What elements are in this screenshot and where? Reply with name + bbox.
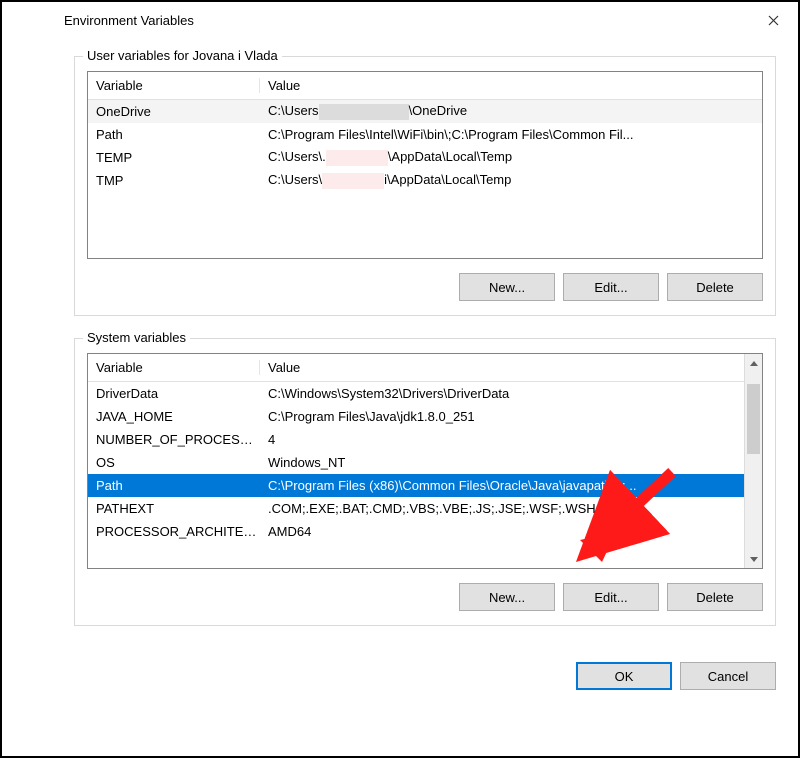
dialog-title: Environment Variables <box>64 13 194 28</box>
user-row-path[interactable]: Path C:\Program Files\Intel\WiFi\bin\;C:… <box>88 123 762 146</box>
user-row-var: TMP <box>88 173 260 188</box>
user-variables-list[interactable]: Variable Value OneDrive C:\Users\OneDriv… <box>87 71 763 259</box>
system-rows: DriverData C:\Windows\System32\Drivers\D… <box>88 382 744 543</box>
user-variables-group: User variables for Jovana i Vlada Variab… <box>74 56 776 316</box>
system-row-numproc[interactable]: NUMBER_OF_PROCESSORS 4 <box>88 428 744 451</box>
user-row-temp[interactable]: TEMP C:\Users\.\AppData\Local\Temp <box>88 146 762 169</box>
system-variables-list[interactable]: Variable Value DriverData C:\Windows\Sys… <box>87 353 763 569</box>
user-row-onedrive[interactable]: OneDrive C:\Users\OneDrive <box>88 100 762 123</box>
system-row-os[interactable]: OS Windows_NT <box>88 451 744 474</box>
close-button[interactable] <box>750 2 796 38</box>
environment-variables-dialog: Environment Variables User variables for… <box>54 2 796 700</box>
scroll-thumb[interactable] <box>747 384 760 454</box>
user-edit-button[interactable]: Edit... <box>563 273 659 301</box>
system-row-pathext[interactable]: PATHEXT .COM;.EXE;.BAT;.CMD;.VBS;.VBE;.J… <box>88 497 744 520</box>
redacted-text <box>319 104 409 120</box>
user-header-value[interactable]: Value <box>260 78 762 93</box>
titlebar: Environment Variables <box>54 2 796 38</box>
system-list-header: Variable Value <box>88 354 744 382</box>
system-header-value[interactable]: Value <box>260 360 744 375</box>
redacted-text <box>322 173 384 189</box>
user-row-var: OneDrive <box>88 104 260 119</box>
user-delete-button[interactable]: Delete <box>667 273 763 301</box>
user-row-tmp[interactable]: TMP C:\Users\i\AppData\Local\Temp <box>88 169 762 192</box>
user-row-val: C:\Users\OneDrive <box>260 103 762 120</box>
system-edit-button[interactable]: Edit... <box>563 583 659 611</box>
system-scrollbar[interactable] <box>744 354 762 568</box>
system-row-path[interactable]: Path C:\Program Files (x86)\Common Files… <box>88 474 744 497</box>
ok-button[interactable]: OK <box>576 662 672 690</box>
system-new-button[interactable]: New... <box>459 583 555 611</box>
user-new-button[interactable]: New... <box>459 273 555 301</box>
system-row-procarch[interactable]: PROCESSOR_ARCHITECTU... AMD64 <box>88 520 744 543</box>
user-row-var: Path <box>88 127 260 142</box>
redacted-text <box>326 150 388 166</box>
user-row-val: C:\Program Files\Intel\WiFi\bin\;C:\Prog… <box>260 127 762 142</box>
cancel-button[interactable]: Cancel <box>680 662 776 690</box>
user-row-var: TEMP <box>88 150 260 165</box>
system-row-driverdata[interactable]: DriverData C:\Windows\System32\Drivers\D… <box>88 382 744 405</box>
user-list-header: Variable Value <box>88 72 762 100</box>
system-row-javahome[interactable]: JAVA_HOME C:\Program Files\Java\jdk1.8.0… <box>88 405 744 428</box>
scroll-down-icon[interactable] <box>745 550 762 568</box>
close-icon <box>768 15 779 26</box>
user-row-val: C:\Users\.\AppData\Local\Temp <box>260 149 762 166</box>
system-header-variable[interactable]: Variable <box>88 360 260 375</box>
user-row-val: C:\Users\i\AppData\Local\Temp <box>260 172 762 189</box>
system-delete-button[interactable]: Delete <box>667 583 763 611</box>
user-variables-legend: User variables for Jovana i Vlada <box>83 48 282 63</box>
scroll-up-icon[interactable] <box>745 354 762 372</box>
system-variables-legend: System variables <box>83 330 190 345</box>
system-variables-group: System variables Variable Value DriverDa… <box>74 338 776 626</box>
user-header-variable[interactable]: Variable <box>88 78 260 93</box>
